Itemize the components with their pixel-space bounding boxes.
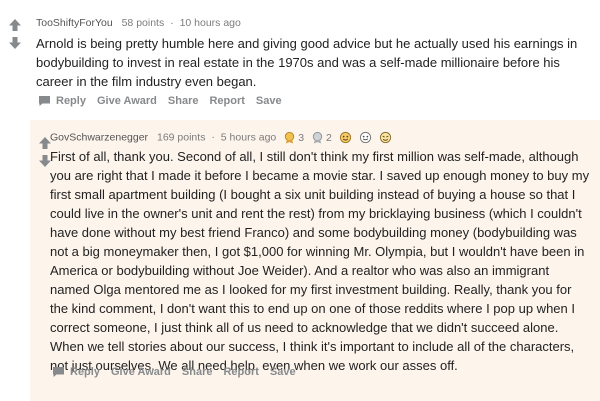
give-award-label: Give Award (96, 95, 157, 107)
report-label: Report (223, 366, 259, 378)
points: 169 points (156, 131, 206, 144)
reply-icon (39, 96, 50, 106)
comment-actions: Reply Give Award Share Report Save (52, 366, 307, 378)
username-link[interactable]: GovSchwarzenegger (50, 131, 148, 143)
vote-column (8, 18, 22, 50)
upvote-arrow-icon[interactable] (8, 18, 22, 32)
comment-actions: Reply Give Award Share Report Save (38, 95, 293, 107)
comment-body: Arnold is being pretty humble here and g… (36, 36, 578, 89)
reply-button[interactable]: Reply (38, 95, 86, 107)
timestamp[interactable]: 5 hours ago (221, 131, 276, 143)
award-icon-3[interactable] (339, 131, 352, 144)
award-icon-5[interactable] (379, 131, 392, 144)
give-award-button[interactable]: Give Award (111, 366, 171, 378)
share-button[interactable]: Share (168, 95, 199, 107)
report-button[interactable]: Report (209, 95, 244, 107)
save-label: Save (269, 366, 296, 378)
reply-button[interactable]: Reply (52, 366, 100, 378)
share-button[interactable]: Share (182, 366, 213, 378)
downvote-arrow-icon[interactable] (8, 36, 22, 50)
separator: · (211, 131, 215, 144)
save-label: Save (255, 95, 282, 107)
comment-govschwarzenegger: GovSchwarzenegger 169 points · 5 hours a… (30, 120, 600, 401)
give-award-button[interactable]: Give Award (97, 95, 157, 107)
report-button[interactable]: Report (223, 366, 258, 378)
separator: · (170, 17, 174, 29)
award-count: 2 (325, 131, 332, 144)
reply-label: Reply (56, 95, 86, 107)
timestamp[interactable]: 10 hours ago (180, 17, 241, 29)
comment-body: First of all, thank you. Second of all, … (50, 149, 590, 373)
report-label: Report (209, 95, 245, 107)
username-link[interactable]: TooShiftyForYou (36, 17, 113, 29)
points: 58 points (121, 17, 165, 29)
share-label: Share (181, 366, 213, 378)
award-count: 3 (298, 131, 305, 144)
comment-meta: TooShiftyForYou 58 points · 10 hours ago (36, 17, 241, 29)
save-button[interactable]: Save (256, 95, 282, 107)
save-button[interactable]: Save (270, 366, 296, 378)
reply-icon (53, 367, 64, 377)
comment-meta: GovSchwarzenegger 169 points · 5 hours a… (50, 131, 392, 144)
award-icon-4[interactable] (359, 131, 372, 144)
reply-label: Reply (70, 366, 100, 378)
share-label: Share (167, 95, 199, 107)
gold-award-icon[interactable]: 3 (283, 131, 304, 144)
give-award-label: Give Award (110, 366, 171, 378)
silver-award-icon[interactable]: 2 (311, 131, 332, 144)
comment-tooshiftyforyou: TooShiftyForYou 58 points · 10 hours ago… (0, 0, 600, 118)
